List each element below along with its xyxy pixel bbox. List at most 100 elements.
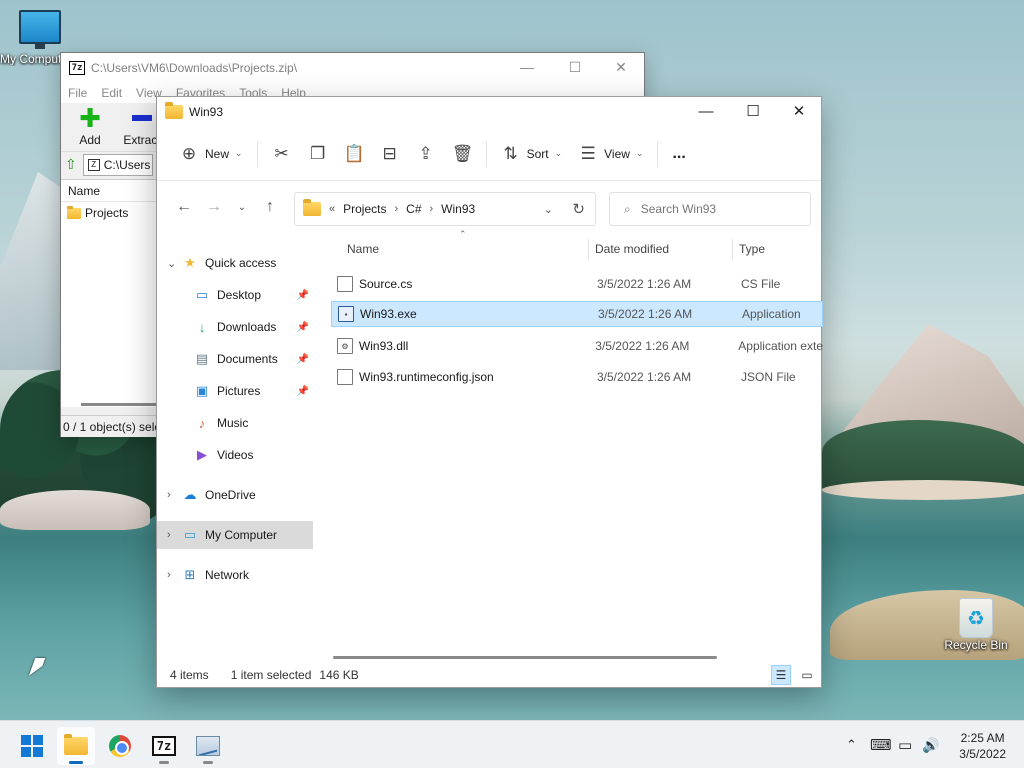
chevron-down-icon: ⌄	[554, 148, 563, 158]
sort-button[interactable]: ⇅ Sort ⌄	[493, 137, 571, 171]
large-icons-view-icon[interactable]: ▭	[797, 665, 817, 685]
column-divider[interactable]	[732, 239, 733, 261]
menu-edit[interactable]: Edit	[101, 83, 122, 103]
file-row[interactable]: Win93.runtimeconfig.json 3/5/2022 1:26 A…	[331, 364, 823, 390]
column-header-name[interactable]: Name	[61, 180, 157, 202]
breadcrumb-csharp[interactable]: C#	[406, 202, 421, 216]
taskbar-performance-monitor[interactable]	[189, 727, 227, 765]
network-status-icon[interactable]: ▭	[898, 721, 912, 768]
rename-button[interactable]: ⊟	[372, 137, 408, 171]
start-icon	[21, 735, 43, 757]
7zip-address-value: C:\Users	[103, 157, 151, 172]
delete-button[interactable]: 🗑	[444, 137, 480, 171]
documents-icon: ▤	[195, 351, 209, 366]
forward-arrow-icon[interactable]: →	[199, 198, 229, 216]
nav-item-documents[interactable]: ▤ Documents 📌	[157, 345, 313, 373]
chevron-right-icon[interactable]: ›	[167, 529, 181, 541]
up-folder-icon[interactable]: ⇧	[65, 156, 77, 173]
breadcrumb-overflow[interactable]: «	[329, 203, 335, 215]
nav-item-pictures[interactable]: ▣ Pictures 📌	[157, 377, 313, 405]
file-date: 3/5/2022 1:26 AM	[598, 307, 693, 321]
column-header-type[interactable]: Type	[739, 233, 765, 265]
explorer-title-bar[interactable]: Win93 — ☐ ✕	[157, 97, 821, 127]
nav-item-network[interactable]: › ⊞ Network	[157, 561, 313, 589]
folder-icon	[303, 199, 321, 216]
column-header-name[interactable]: Name	[347, 233, 379, 265]
column-header-date-modified[interactable]: Date modified	[595, 233, 669, 265]
nav-item-downloads[interactable]: ↓ Downloads 📌	[157, 313, 313, 341]
refresh-icon[interactable]: ↻	[572, 200, 585, 218]
7zip-icon: 7z	[152, 736, 176, 756]
nav-item-desktop[interactable]: ▭ Desktop 📌	[157, 281, 313, 309]
desktop-icon-recycle-bin[interactable]: ♻ Recycle Bin	[940, 598, 1012, 652]
add-button[interactable]: ✚ Add	[67, 103, 113, 151]
pin-icon: 📌	[296, 321, 309, 333]
horizontal-scrollbar[interactable]	[81, 403, 157, 406]
nav-label: Music	[217, 416, 249, 430]
pin-icon: 📌	[296, 385, 309, 397]
item-count: 4 items	[170, 668, 209, 682]
maximize-icon[interactable]: ☐	[567, 59, 583, 75]
close-icon[interactable]: ✕	[776, 97, 822, 127]
back-arrow-icon[interactable]: ←	[169, 198, 199, 216]
search-placeholder: Search Win93	[640, 202, 717, 216]
copy-button[interactable]: ❐	[300, 137, 336, 171]
maximize-icon[interactable]: ☐	[730, 97, 776, 127]
more-options-button[interactable]: ...	[664, 137, 693, 171]
taskbar-chrome[interactable]	[101, 727, 139, 765]
cut-button[interactable]: ✂	[264, 137, 300, 171]
clock[interactable]: 2:25 AM 3/5/2022	[959, 730, 1006, 762]
selection-count: 1 item selected	[230, 668, 312, 682]
share-button[interactable]: ⇪	[408, 137, 444, 171]
desktop-icon: ▭	[195, 287, 209, 302]
breadcrumb-projects[interactable]: Projects	[343, 202, 386, 216]
paste-icon: 📋	[343, 143, 365, 163]
menu-file[interactable]: File	[68, 83, 87, 103]
scissors-icon: ✂	[274, 143, 289, 163]
file-type: Application exte	[738, 339, 823, 353]
list-item[interactable]: Projects	[61, 202, 157, 224]
nav-item-onedrive[interactable]: › ☁ OneDrive	[157, 481, 313, 509]
paste-button[interactable]: 📋	[336, 137, 372, 171]
new-button[interactable]: ⊕ New ⌄	[171, 137, 251, 171]
recent-locations-chevron-icon[interactable]: ⌄	[229, 202, 255, 213]
file-row-selected[interactable]: ▪ Win93.exe 3/5/2022 1:26 AM Application	[331, 301, 823, 327]
chevron-down-icon[interactable]: ⌄	[167, 257, 181, 270]
show-hidden-icons-chevron-icon[interactable]: ⌃	[846, 721, 857, 768]
nav-item-my-computer[interactable]: › ▭ My Computer	[157, 521, 313, 549]
start-button[interactable]	[13, 727, 51, 765]
chevron-down-icon[interactable]: ⌄	[544, 203, 553, 216]
minimize-icon[interactable]: —	[519, 59, 535, 75]
up-arrow-icon[interactable]: ↑	[255, 198, 285, 216]
file-explorer-window[interactable]: Win93 — ☐ ✕ ⊕ New ⌄ ✂ ❐ 📋 ⊟ ⇪ 🗑 ⇅ Sort ⌄…	[156, 96, 823, 688]
breadcrumb-win93[interactable]: Win93	[441, 202, 475, 216]
running-indicator	[69, 761, 83, 764]
nav-item-quick-access[interactable]: ⌄ ★ Quick access	[157, 249, 313, 277]
file-row[interactable]: ⚙ Win93.dll 3/5/2022 1:26 AM Application…	[331, 333, 823, 359]
chevron-right-icon[interactable]: ›	[167, 569, 181, 581]
nav-item-music[interactable]: ♪ Music	[157, 409, 313, 437]
minimize-icon[interactable]: —	[683, 97, 729, 127]
volume-icon[interactable]: 🔊	[922, 721, 939, 768]
command-bar: ⊕ New ⌄ ✂ ❐ 📋 ⊟ ⇪ 🗑 ⇅ Sort ⌄ ☰ View ⌄ ..…	[157, 127, 821, 181]
details-view-icon[interactable]: ☰	[771, 665, 791, 685]
7zip-title-bar[interactable]: 7z C:\Users\VM6\Downloads\Projects.zip\ …	[61, 53, 644, 83]
close-icon[interactable]: ✕	[613, 59, 629, 75]
address-bar[interactable]: « Projects › C# › Win93 ⌄ ↻	[294, 192, 596, 226]
keyboard-icon[interactable]: ⌨	[870, 721, 892, 768]
taskbar-7zip[interactable]: 7z	[145, 727, 183, 765]
taskbar-file-explorer[interactable]	[57, 727, 95, 765]
file-type: JSON File	[741, 370, 796, 384]
column-divider[interactable]	[588, 239, 589, 261]
file-name: Source.cs	[359, 277, 413, 291]
horizontal-scrollbar[interactable]	[333, 656, 717, 659]
star-icon: ★	[184, 255, 196, 270]
divider	[657, 140, 659, 167]
nav-item-videos[interactable]: ▶ Videos	[157, 441, 313, 469]
7zip-address-input[interactable]: Z C:\Users	[82, 153, 153, 176]
chevron-right-icon[interactable]: ›	[167, 489, 181, 501]
file-row[interactable]: Source.cs 3/5/2022 1:26 AM CS File	[331, 271, 823, 297]
view-button[interactable]: ☰ View ⌄	[570, 137, 651, 171]
json-file-icon	[337, 369, 353, 385]
search-input[interactable]: ⌕ Search Win93	[609, 192, 811, 226]
